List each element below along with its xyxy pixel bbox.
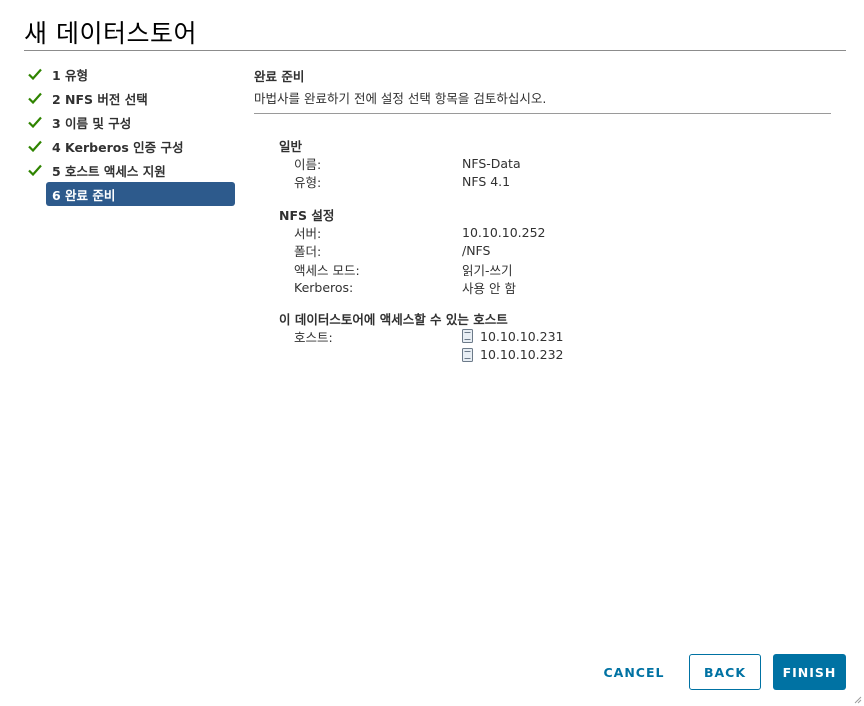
step-ready-to-complete[interactable]: 6 완료 준비 [46,182,235,206]
folder-label: 폴더: [294,244,322,260]
review-divider [254,113,831,114]
name-value: NFS-Data [462,155,521,171]
type-value: NFS 4.1 [462,174,511,190]
host-list: 10.10.10.231 10.10.10.232 [462,327,839,364]
section-title: 이 데이터스토어에 액세스할 수 있는 호스트 [279,312,508,327]
kerberos-row: Kerberos: 사용 안 함 [279,279,839,298]
folder-value: /NFS [462,243,491,259]
server-row: 서버: 10.10.10.252 [279,223,839,242]
cancel-button[interactable]: CANCEL [598,654,670,690]
access-mode-row: 액세스 모드: 읽기-쓰기 [279,260,839,279]
type-row: 유형: NFS 4.1 [279,173,839,192]
step-name-config[interactable]: 3 이름 및 구성 [28,110,236,134]
check-icon [28,116,46,128]
hosts-section: 이 데이터스토어에 액세스할 수 있는 호스트 호스트: 10.10.10.23… [279,309,839,364]
check-icon [28,92,46,104]
general-section: 일반 이름: NFS-Data 유형: NFS 4.1 [279,136,839,191]
section-title: 일반 [279,139,303,154]
step-label: 5 호스트 액세스 지원 [52,163,166,179]
kerberos-label: Kerberos: [294,280,354,296]
finish-button[interactable]: FINISH [773,654,846,690]
host-item: 10.10.10.232 [462,346,839,365]
review-heading: 완료 준비 [254,69,305,84]
wizard-steps: 1 유형 2 NFS 버전 선택 3 이름 및 구성 4 Kerberos 인증… [28,62,236,206]
review-description: 마법사를 완료하기 전에 설정 선택 항목을 검토하십시오. [254,91,547,106]
folder-row: 폴더: /NFS [279,242,839,261]
title-divider [24,50,846,51]
wizard-title: 새 데이터스토어 [24,19,197,48]
type-label: 유형: [294,175,322,191]
kerberos-value: 사용 안 함 [462,281,516,297]
step-type[interactable]: 1 유형 [28,62,236,86]
step-label: 6 완료 준비 [52,187,116,203]
new-datastore-wizard: 새 데이터스토어 1 유형 2 NFS 버전 선택 3 이름 및 구성 4 Ke… [0,0,864,706]
name-label: 이름: [294,156,322,172]
step-host-access[interactable]: 5 호스트 액세스 지원 [28,158,236,182]
host-address: 10.10.10.232 [480,347,564,363]
host-item: 10.10.10.231 [462,327,839,346]
step-nfs-version[interactable]: 2 NFS 버전 선택 [28,86,236,110]
step-label: 3 이름 및 구성 [52,115,132,131]
name-row: 이름: NFS-Data [279,154,839,173]
step-label: 2 NFS 버전 선택 [52,91,148,107]
step-label: 4 Kerberos 인증 구성 [52,139,184,155]
server-label: 서버: [294,225,322,241]
access-mode-label: 액세스 모드: [294,262,360,278]
host-server-icon [462,329,473,344]
check-icon [28,68,46,80]
section-title: NFS 설정 [279,208,335,223]
host-address: 10.10.10.231 [480,328,564,344]
step-label: 1 유형 [52,67,89,83]
check-icon [28,140,46,152]
hosts-row: 호스트: 10.10.10.231 10.10.10.232 [279,327,839,364]
nfs-settings-section: NFS 설정 서버: 10.10.10.252 폴더: /NFS 액세스 모드:… [279,205,839,297]
back-button[interactable]: BACK [689,654,761,690]
step-kerberos[interactable]: 4 Kerberos 인증 구성 [28,134,236,158]
host-server-icon [462,347,473,362]
resize-grip-icon[interactable] [854,696,862,704]
check-icon [28,164,46,176]
review-header: 완료 준비 마법사를 완료하기 전에 설정 선택 항목을 검토하십시오. [254,66,831,114]
hosts-label: 호스트: [294,329,333,345]
server-value: 10.10.10.252 [462,224,546,240]
access-mode-value: 읽기-쓰기 [462,262,513,278]
